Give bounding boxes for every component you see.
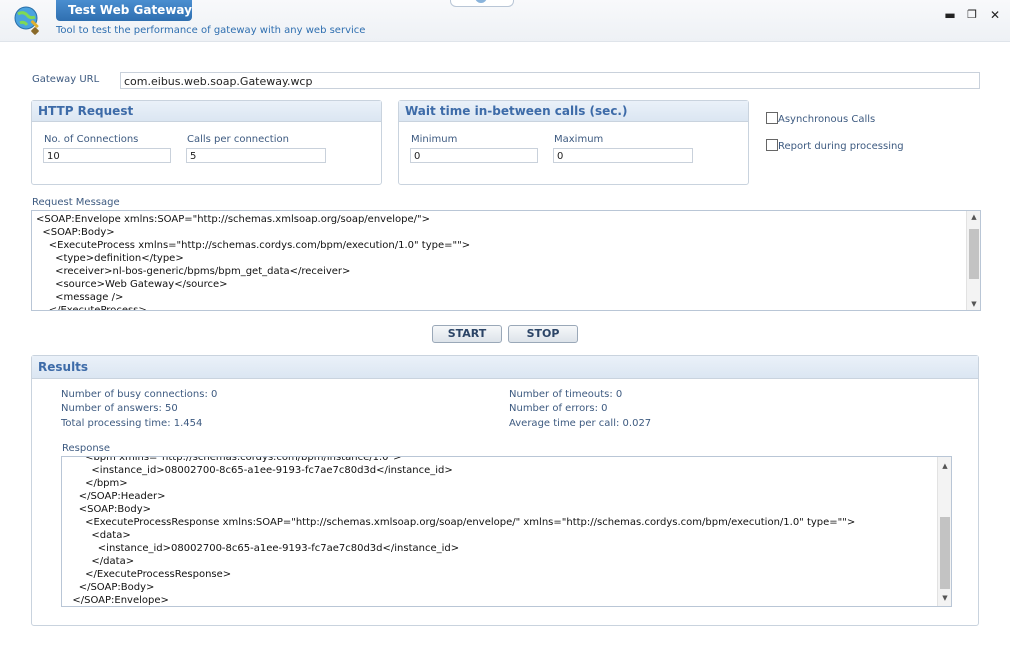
restore-button[interactable]: ❐ [964,7,980,23]
start-button[interactable]: START [432,325,502,343]
collapse-handle[interactable] [450,0,514,7]
response-content: <bpm xmlns="http://schemas.cordys.com/bp… [66,456,951,606]
scroll-down-icon[interactable]: ▼ [967,298,980,310]
stop-button[interactable]: STOP [508,325,578,343]
request-line: <SOAP:Body> [36,227,115,238]
request-line: <receiver>nl-bos-generic/bpms/bpm_get_da… [36,266,351,277]
wait-time-title: Wait time in-between calls (sec.) [399,101,748,122]
gateway-url-input[interactable]: com.eibus.web.soap.Gateway.wcp [120,72,980,89]
gateway-url-label: Gateway URL [32,74,100,85]
page-subtitle: Tool to test the performance of gateway … [56,25,366,36]
response-line: <ExecuteProcessResponse xmlns:SOAP="http… [66,517,856,528]
response-line: </data> [66,556,135,567]
request-message-label: Request Message [32,197,120,208]
response-scroll-thumb[interactable] [940,517,950,589]
calls-per-connection-input[interactable]: 5 [186,148,326,163]
scroll-up-icon[interactable]: ▲ [938,460,951,472]
errors-stat: Number of errors: 0 [509,403,608,414]
total-time-stat: Total processing time: 1.454 [61,418,203,429]
request-scroll-thumb[interactable] [969,229,979,279]
minimize-button[interactable]: ▬ [942,7,958,23]
request-scrollbar[interactable]: ▲ ▼ [966,211,980,310]
request-line: <source>Web Gateway</source> [36,279,228,290]
report-during-processing-checkbox[interactable] [766,139,778,151]
minimum-input[interactable]: 0 [410,148,538,163]
maximum-input[interactable]: 0 [553,148,693,163]
response-textarea[interactable]: <bpm xmlns="http://schemas.cordys.com/bp… [61,456,952,607]
response-label: Response [62,443,111,454]
response-line: <data> [66,530,131,541]
response-line: </SOAP:Envelope> [66,595,169,606]
request-line: </ExecuteProcess> [36,305,147,311]
response-line: <instance_id>08002700-8c65-a1ee-9193-fc7… [66,465,453,476]
response-line: </SOAP:Body> [66,582,155,593]
response-line: </bpm> [66,478,128,489]
async-calls-label: Asynchronous Calls [778,114,876,125]
response-scrollbar[interactable]: ▲ ▼ [937,457,951,606]
response-line: <bpm xmlns="http://schemas.cordys.com/bp… [66,456,402,463]
scroll-down-icon[interactable]: ▼ [938,592,951,604]
results-title: Results [32,356,978,379]
timeouts-stat: Number of timeouts: 0 [509,389,623,400]
busy-connections-stat: Number of busy connections: 0 [61,389,218,400]
request-line: <message /> [36,292,124,303]
scroll-up-icon[interactable]: ▲ [967,211,980,223]
app-header: Test Web Gateway Tool to test the perfor… [0,0,1010,42]
close-button[interactable]: ✕ [987,7,1003,23]
response-line: </ExecuteProcessResponse> [66,569,232,580]
request-line: <type>definition</type> [36,253,184,264]
globe-tool-icon [14,6,39,35]
minimum-label: Minimum [411,134,458,145]
request-message-content: <SOAP:Envelope xmlns:SOAP="http://schema… [36,213,980,311]
report-during-processing-option[interactable]: Report during processing [766,139,904,152]
report-during-processing-label: Report during processing [778,141,904,152]
calls-per-connection-label: Calls per connection [187,134,289,145]
response-line: <SOAP:Body> [66,504,151,515]
connections-input[interactable]: 10 [43,148,171,163]
answers-stat: Number of answers: 50 [61,403,178,414]
response-line: <instance_id>08002700-8c65-a1ee-9193-fc7… [66,543,460,554]
async-calls-option[interactable]: Asynchronous Calls [766,112,875,125]
maximum-label: Maximum [554,134,604,145]
page-title: Test Web Gateway [56,0,192,21]
request-line: <SOAP:Envelope xmlns:SOAP="http://schema… [36,214,430,225]
response-line: </SOAP:Header> [66,491,166,502]
avg-time-stat: Average time per call: 0.027 [509,418,652,429]
connections-label: No. of Connections [44,134,139,145]
request-message-textarea[interactable]: <SOAP:Envelope xmlns:SOAP="http://schema… [31,210,981,311]
async-calls-checkbox[interactable] [766,112,778,124]
request-line: <ExecuteProcess xmlns="http://schemas.co… [36,240,471,251]
http-request-title: HTTP Request [32,101,381,122]
